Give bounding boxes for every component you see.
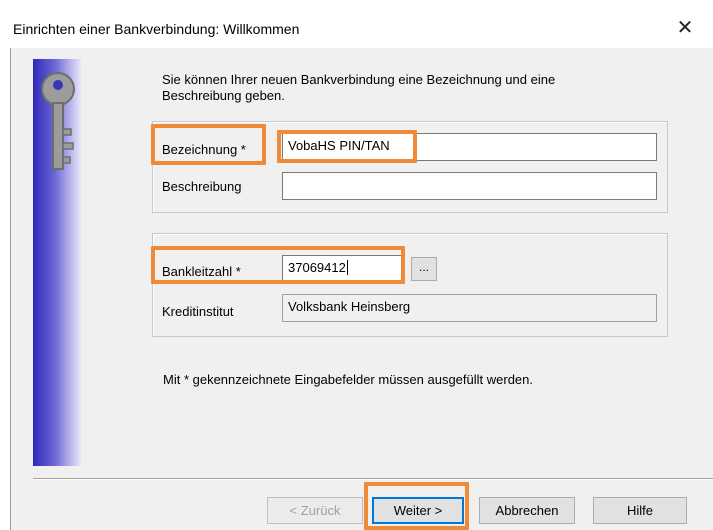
bankleitzahl-highlight	[151, 246, 405, 284]
back-button[interactable]: < Zurück	[267, 497, 363, 524]
window-title: Einrichten einer Bankverbindung: Willkom…	[13, 21, 300, 37]
required-note: Mit * gekennzeichnete Eingabefelder müss…	[163, 372, 534, 387]
footer-divider	[33, 478, 713, 480]
kreditinstitut-label: Kreditinstitut	[162, 304, 234, 319]
bezeichnung-value-highlight	[277, 130, 417, 163]
title-bar: Einrichten einer Bankverbindung: Willkom…	[0, 0, 713, 50]
intro-text: Sie können Ihrer neuen Bankverbindung ei…	[162, 72, 556, 103]
beschreibung-label: Beschreibung	[162, 179, 242, 194]
next-button-highlight	[364, 482, 469, 530]
beschreibung-field[interactable]	[282, 172, 657, 200]
bezeichnung-highlight	[151, 124, 266, 165]
cancel-button[interactable]: Abbrechen	[479, 497, 575, 524]
bank-search-button[interactable]: ...	[411, 257, 437, 281]
kreditinstitut-field: Volksbank Heinsberg	[282, 294, 657, 322]
key-icon	[41, 72, 75, 170]
close-icon[interactable]: ✕	[674, 17, 696, 39]
help-button[interactable]: Hilfe	[593, 497, 687, 524]
